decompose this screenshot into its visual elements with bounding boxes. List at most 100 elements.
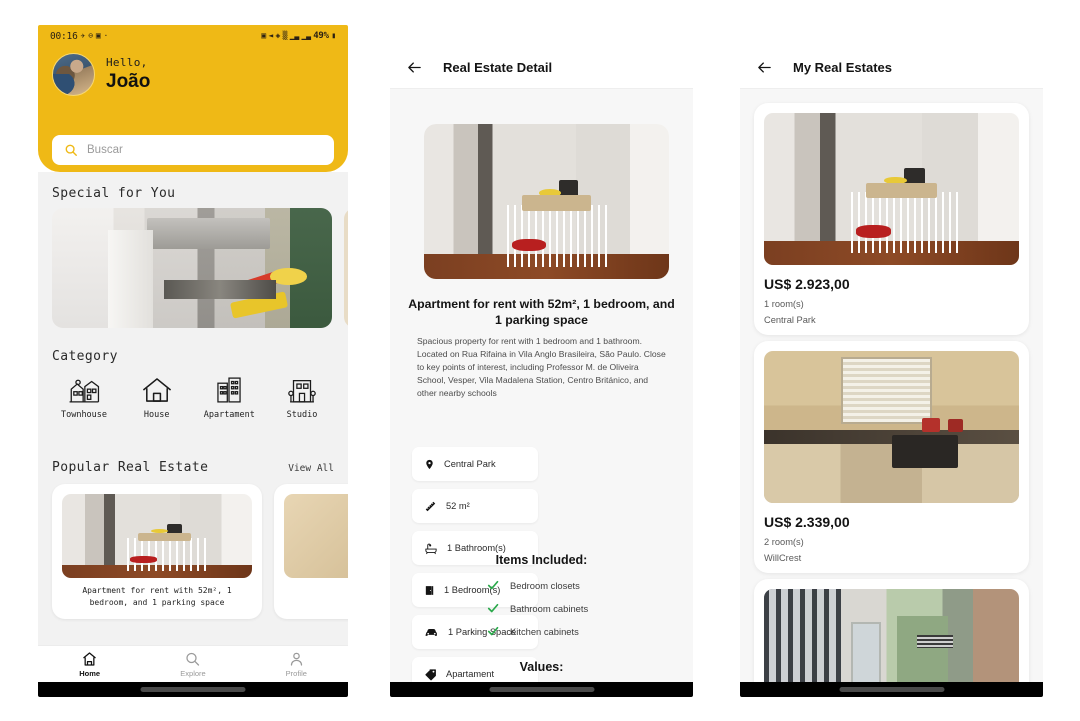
estate-card[interactable]: US$ 2.339,00 2 room(s) WillCrest (754, 341, 1029, 573)
category-label: Townhouse (60, 410, 108, 420)
tab-label: Profile (285, 668, 307, 678)
townhouse-icon (69, 379, 100, 403)
tab-profile[interactable]: Profile (261, 651, 331, 678)
category-item-house[interactable]: House (125, 375, 189, 420)
signal-1-icon: ▁▃ (289, 31, 299, 40)
signal-2-icon: ▁▃ (301, 31, 311, 40)
system-nav-bar (38, 682, 348, 697)
car-icon (425, 629, 437, 636)
bottom-tab-bar: Home Explore Profile (38, 645, 348, 682)
house-icon (142, 378, 171, 402)
detail-body: Real Estate Detail Apartment for rent wi… (390, 25, 693, 697)
popular-card[interactable]: Apartment for rent with 52m², 1 bedroom,… (52, 484, 262, 619)
estate-card[interactable] (754, 579, 1029, 682)
estate-photo (764, 589, 1019, 682)
airplane-ish-icon: ✈ (80, 31, 86, 40)
home-indicator[interactable] (140, 687, 246, 692)
special-carousel[interactable] (52, 208, 348, 328)
ruler-icon (425, 501, 436, 511)
status-bar-right: ▣ ◄ ◈ ▒ ▁▃ ▁▃ 49% ▮ (261, 31, 336, 41)
home-indicator[interactable] (839, 687, 944, 692)
estate-card[interactable]: US$ 2.923,00 1 room(s) Central Park (754, 103, 1029, 335)
phone-screen-detail: Real Estate Detail Apartment for rent wi… (390, 25, 693, 697)
list-item: Bathroom cabinets (486, 602, 588, 614)
category-item-townhouse[interactable]: Townhouse (52, 375, 116, 420)
chip-label: Central Park (444, 459, 496, 469)
special-for-you-heading: Special for You (52, 186, 176, 201)
my-estates-scroll-area[interactable]: US$ 2.923,00 1 room(s) Central Park US$ … (740, 89, 1043, 682)
tab-label: Home (79, 668, 101, 678)
phone-screen-home: 00:16 ✈ ⊖ ▣ · ▣ ◄ ◈ ▒ ▁▃ ▁▃ 49% ▮ Hello,… (38, 25, 348, 697)
greeting-text: Hello, João (106, 56, 150, 94)
my-estates-body: My Real Estates US$ 2.923,00 1 room(s) C… (740, 25, 1043, 697)
chip-label: 1 Bathroom(s) (447, 543, 506, 553)
view-all-link[interactable]: View All (288, 463, 334, 474)
page-title: Real Estate Detail (443, 60, 553, 75)
detail-title: Apartment for rent with 52m², 1 bedroom,… (408, 297, 675, 328)
category-label: Studio (286, 410, 318, 420)
tab-explore[interactable]: Explore (158, 651, 228, 678)
arrow-left-icon[interactable] (756, 60, 773, 75)
location-pin-icon (426, 459, 433, 469)
estate-location: Central Park (764, 315, 816, 325)
search-icon (186, 652, 200, 666)
estate-photo (764, 351, 1019, 503)
bed-door-icon (425, 585, 434, 595)
estate-location: WillCrest (764, 553, 802, 563)
detail-hero-photo (424, 124, 669, 279)
item-label: Kitchen cabinets (510, 625, 579, 637)
person-icon (290, 652, 302, 666)
phone-screen-my-estates: My Real Estates US$ 2.923,00 1 room(s) C… (740, 25, 1043, 697)
check-icon (487, 603, 499, 613)
search-input[interactable]: Buscar (52, 135, 334, 165)
popular-carousel[interactable]: Apartment for rent with 52m², 1 bedroom,… (52, 484, 348, 619)
chip-location[interactable]: Central Park (412, 447, 538, 481)
wifi-icon: ◈ (275, 31, 281, 40)
detail-top-bar: Real Estate Detail (390, 47, 693, 89)
check-icon (487, 626, 499, 636)
system-nav-bar (740, 682, 1043, 697)
special-card[interactable] (52, 208, 332, 328)
system-nav-bar (390, 682, 693, 697)
category-row: Townhouse House Apartament Studio (52, 375, 334, 420)
battery-level: 49% (313, 31, 329, 41)
avatar[interactable] (52, 53, 95, 96)
estate-rooms: 2 room(s) (764, 537, 804, 547)
three-phone-screens: 00:16 ✈ ⊖ ▣ · ▣ ◄ ◈ ▒ ▁▃ ▁▃ 49% ▮ Hello,… (0, 0, 1080, 721)
home-body: 00:16 ✈ ⊖ ▣ · ▣ ◄ ◈ ▒ ▁▃ ▁▃ 49% ▮ Hello,… (38, 25, 348, 697)
popular-card-photo (62, 494, 252, 578)
search-placeholder: Buscar (87, 144, 123, 156)
home-indicator[interactable] (489, 687, 594, 692)
list-item: Kitchen cabinets (486, 625, 588, 637)
category-item-apartment[interactable]: Apartament (197, 375, 261, 420)
tab-home[interactable]: Home (55, 651, 125, 678)
category-item-studio[interactable]: Studio (270, 375, 334, 420)
estate-rooms: 1 room(s) (764, 299, 804, 309)
check-icon (487, 580, 499, 590)
room-photo (344, 208, 348, 328)
page-title: My Real Estates (793, 60, 892, 75)
alarm-icon: ▣ (261, 31, 266, 40)
home-scroll-area[interactable]: Special for You Category Townhouse House… (38, 172, 348, 645)
greeting-hello: Hello, (106, 55, 148, 69)
chip-area[interactable]: 52 m² (412, 489, 538, 523)
my-estates-top-bar: My Real Estates (740, 47, 1043, 89)
item-label: Bathroom cabinets (510, 602, 589, 614)
special-card[interactable] (344, 208, 348, 328)
status-bar-left: 00:16 ✈ ⊖ ▣ · (50, 31, 108, 42)
greeting-name: João (106, 70, 151, 92)
popular-card[interactable]: House fo (274, 484, 348, 619)
arrow-left-icon[interactable] (406, 60, 423, 75)
category-label: House (143, 410, 170, 420)
category-label: Apartament (203, 410, 255, 420)
popular-card-caption: Apartment for rent with 52m², 1 bedroom,… (82, 586, 232, 607)
popular-card-photo (284, 494, 348, 578)
home-icon (83, 651, 97, 666)
items-included-heading: Items Included: (495, 553, 588, 567)
detail-scroll-area[interactable]: Apartment for rent with 52m², 1 bedroom,… (390, 89, 693, 682)
status-bar: 00:16 ✈ ⊖ ▣ · ▣ ◄ ◈ ▒ ▁▃ ▁▃ 49% ▮ (38, 25, 348, 47)
greeting-row[interactable]: Hello, João (52, 53, 150, 96)
network-icon: ▒ (282, 31, 288, 40)
dnd-icon: ⊖ (88, 31, 93, 40)
photo-icon: ▣ (95, 31, 101, 40)
